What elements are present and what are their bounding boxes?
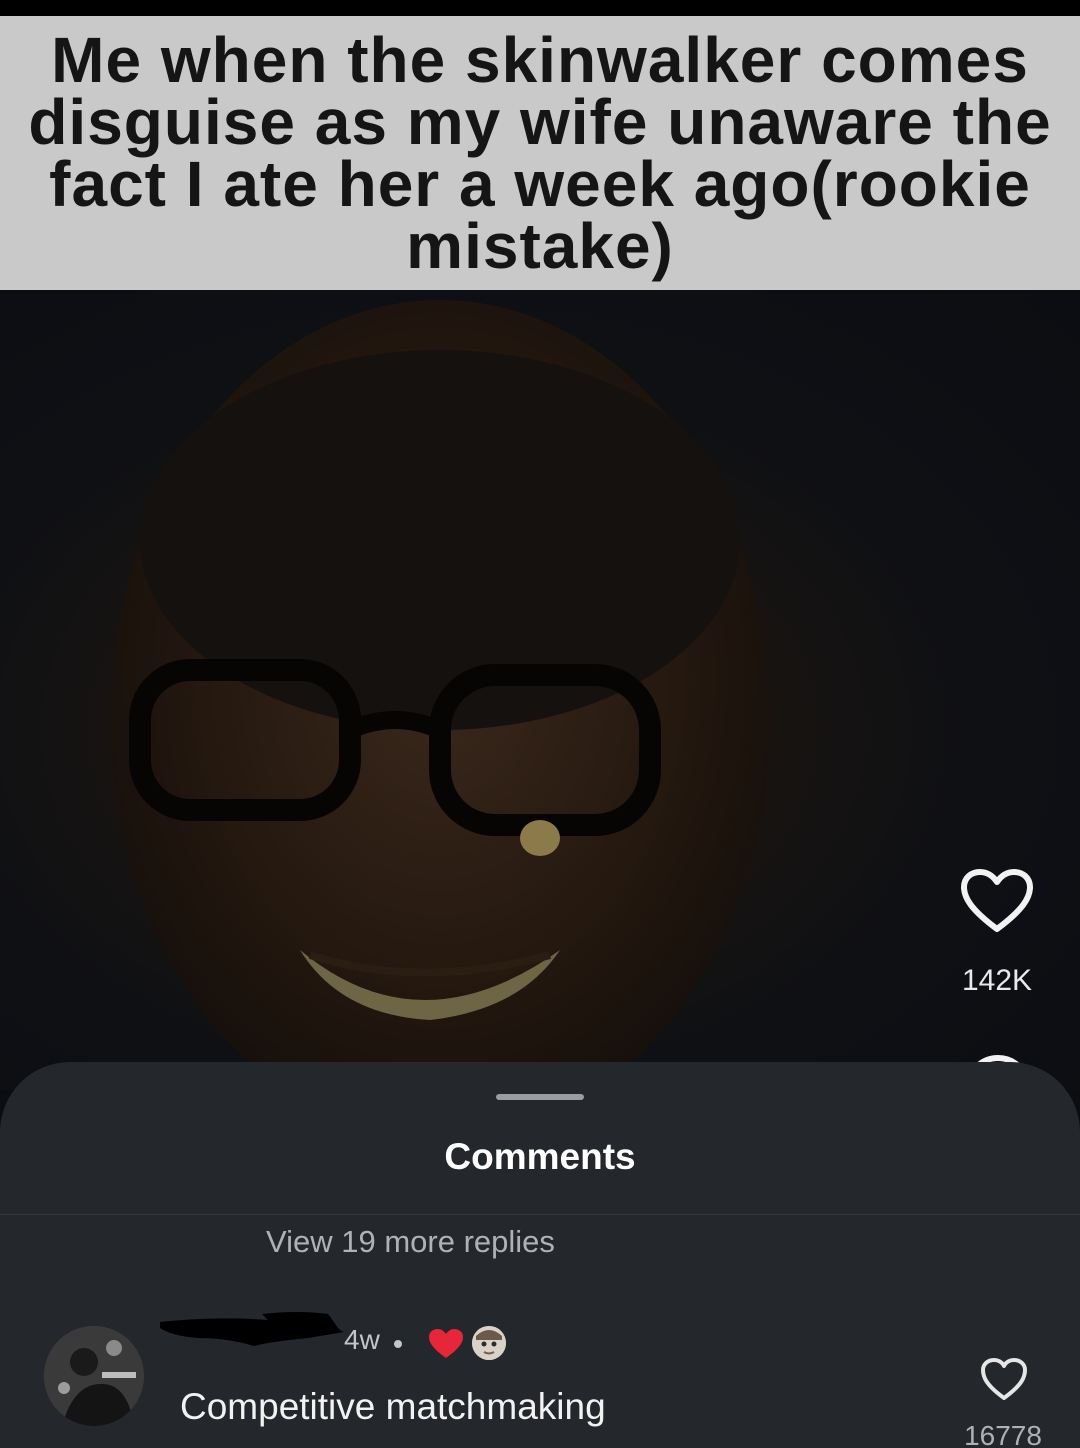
video-still-image [110,300,770,1090]
avatar-image [44,1326,144,1426]
post-like-button[interactable] [958,866,1036,938]
meme-caption-text: Me when the skinwalker comes disguise as… [28,24,1052,282]
comment-like-count: 16778 [964,1420,1042,1448]
creator-avatar [472,1326,506,1360]
heart-outline-icon [981,1358,1027,1400]
status-bar-strip [0,0,1080,16]
comments-sheet: Comments View 19 more replies 4w Competi… [0,1062,1080,1448]
comment-text: Competitive matchmaking [180,1386,606,1427]
reel-screen: Me when the skinwalker comes disguise as… [0,0,1080,1448]
view-more-replies-link[interactable]: View 19 more replies [266,1224,555,1260]
red-heart-icon [429,1329,463,1358]
sheet-drag-handle[interactable] [496,1094,584,1100]
separator-dot [394,1340,402,1348]
creator-face-icon [472,1326,506,1360]
username-redacted[interactable] [158,1308,344,1348]
sheet-divider [0,1214,1080,1215]
liked-by-creator-badge [428,1328,464,1360]
comment-timestamp: 4w [344,1324,380,1355]
sheet-title: Comments [444,1136,636,1177]
heart-outline-icon [961,869,1033,932]
comment-item: 4w Competitive matchmaking 16778 [0,1302,1080,1448]
meme-caption-box: Me when the skinwalker comes disguise as… [0,16,1080,290]
comment-like-button[interactable] [980,1358,1028,1402]
redaction-scribble [160,1312,344,1346]
post-like-count: 142K [961,964,1033,997]
video-frame[interactable] [0,290,1080,1090]
user-avatar[interactable] [44,1326,144,1426]
